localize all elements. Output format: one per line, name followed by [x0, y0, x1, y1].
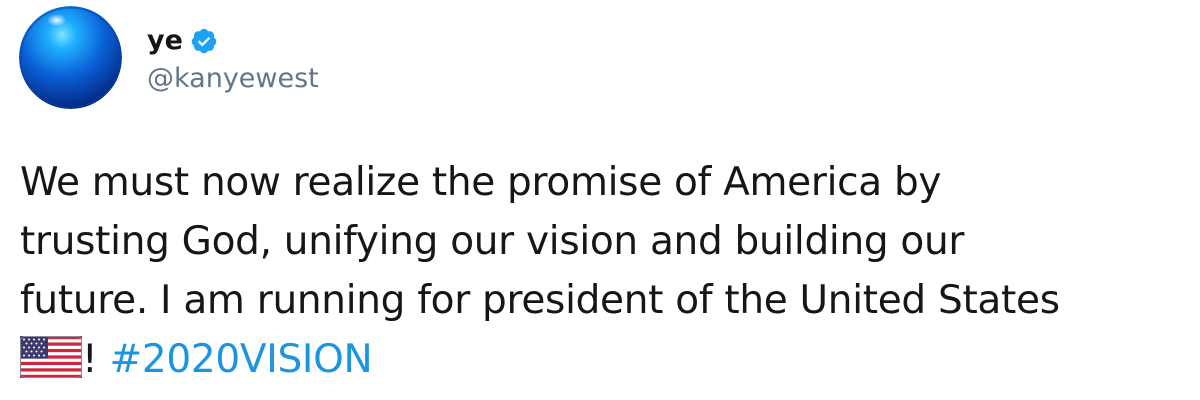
tweet-text-line: future. I am running for president of th…	[20, 278, 1060, 323]
user-handle[interactable]: @kanyewest	[147, 62, 319, 96]
tweet-text-line: trusting God, unifying our vision and bu…	[20, 219, 965, 264]
us-flag-icon	[20, 336, 82, 378]
tweet-text-line: We must now realize the promise of Ameri…	[20, 160, 942, 205]
avatar[interactable]	[19, 6, 122, 109]
display-name[interactable]: ye	[147, 24, 183, 58]
exclamation-text: !	[82, 337, 110, 382]
hashtag-link[interactable]: #2020VISION	[109, 337, 372, 382]
tweet-text: We must now realize the promise of Ameri…	[20, 153, 1190, 389]
tweet-card: ye @kanyewest We must now realize the pr…	[0, 0, 1200, 400]
tweet-text-last-line: ! #2020VISION	[20, 330, 1190, 389]
globe-icon	[19, 6, 122, 109]
display-name-row[interactable]: ye	[147, 24, 218, 58]
verified-badge-icon	[190, 27, 218, 55]
